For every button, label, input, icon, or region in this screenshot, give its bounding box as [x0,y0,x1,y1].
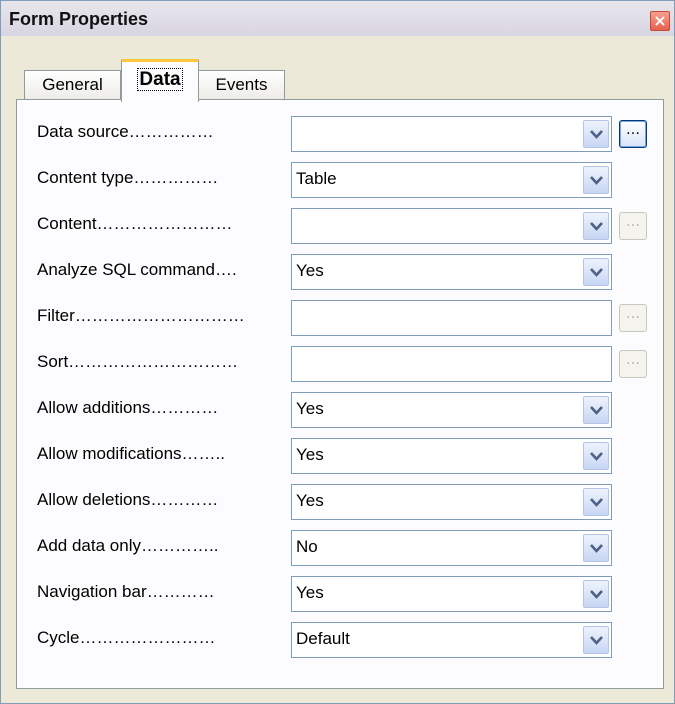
allow-additions-label: Allow additions………… [37,398,219,417]
sort-browse-button[interactable]: … [619,350,647,378]
data-source-browse-label: … [626,122,640,138]
row-data-source: Data source…………… … [17,116,663,152]
filter-browse-button[interactable]: … [619,304,647,332]
allow-deletions-value: Yes [296,491,324,510]
navigation-bar-select[interactable]: Yes [291,576,612,612]
close-icon: × [653,11,667,30]
content-browse-label: … [626,214,640,230]
row-allow-modifications: Allow modifications…….. Yes [17,438,663,474]
chevron-down-icon [590,636,603,645]
cycle-value: Default [296,629,350,648]
filter-input[interactable] [291,300,612,336]
navigation-bar-value: Yes [296,583,324,602]
allow-modifications-select[interactable]: Yes [291,438,612,474]
tab-data-label: Data [137,68,183,91]
data-source-dropdown-button[interactable] [583,120,609,148]
chevron-down-icon [590,544,603,553]
add-data-only-value: No [296,537,318,556]
form-properties-dialog: Form Properties × General Data Events Da… [0,0,675,704]
filter-browse-label: … [626,306,640,322]
cycle-select[interactable]: Default [291,622,612,658]
data-source-select[interactable] [291,116,612,152]
analyze-sql-value: Yes [296,261,324,280]
tab-data[interactable]: Data [121,59,199,102]
allow-deletions-label: Allow deletions………… [37,490,219,509]
tab-general-label: General [42,75,103,94]
chevron-down-icon [590,130,603,139]
chevron-down-icon [590,406,603,415]
allow-deletions-select[interactable]: Yes [291,484,612,520]
chevron-down-icon [590,590,603,599]
title-bar[interactable]: Form Properties × [1,1,674,36]
data-tab-panel: Data source…………… … Content type…………… Tab… [16,99,664,689]
row-cycle: Cycle…………………… Default [17,622,663,658]
data-source-browse-button[interactable]: … [619,120,647,148]
chevron-down-icon [590,176,603,185]
content-dropdown-button[interactable] [583,212,609,240]
sort-label: Sort………………………… [37,352,239,371]
analyze-sql-select[interactable]: Yes [291,254,612,290]
allow-additions-select[interactable]: Yes [291,392,612,428]
chevron-down-icon [590,452,603,461]
sort-input[interactable] [291,346,612,382]
content-browse-button[interactable]: … [619,212,647,240]
row-analyze-sql: Analyze SQL command…. Yes [17,254,663,290]
tab-general[interactable]: General [24,70,121,101]
content-type-dropdown-button[interactable] [583,166,609,194]
tab-events-label: Events [215,75,268,94]
allow-modifications-dropdown-button[interactable] [583,442,609,470]
sort-browse-label: … [626,352,640,368]
row-allow-deletions: Allow deletions………… Yes [17,484,663,520]
content-type-value: Table [296,169,337,188]
allow-modifications-label: Allow modifications…….. [37,444,226,463]
allow-additions-value: Yes [296,399,324,418]
content-type-label: Content type…………… [37,168,219,187]
allow-modifications-value: Yes [296,445,324,464]
window-title: Form Properties [9,9,149,29]
row-navigation-bar: Navigation bar………… Yes [17,576,663,612]
allow-deletions-dropdown-button[interactable] [583,488,609,516]
content-label: Content…………………… [37,214,233,233]
cycle-dropdown-button[interactable] [583,626,609,654]
navigation-bar-dropdown-button[interactable] [583,580,609,608]
cycle-label: Cycle…………………… [37,628,216,647]
data-source-label: Data source…………… [37,122,214,141]
filter-label: Filter………………………… [37,306,245,325]
chevron-down-icon [590,268,603,277]
chevron-down-icon [590,498,603,507]
row-filter: Filter………………………… … [17,300,663,336]
navigation-bar-label: Navigation bar………… [37,582,215,601]
chevron-down-icon [590,222,603,231]
tab-events[interactable]: Events [198,70,285,101]
analyze-sql-dropdown-button[interactable] [583,258,609,286]
content-type-select[interactable]: Table [291,162,612,198]
row-add-data-only: Add data only………….. No [17,530,663,566]
row-sort: Sort………………………… … [17,346,663,382]
add-data-only-dropdown-button[interactable] [583,534,609,562]
add-data-only-label: Add data only………….. [37,536,219,555]
close-button[interactable]: × [650,11,670,31]
analyze-sql-label: Analyze SQL command…. [37,260,237,279]
row-content-type: Content type…………… Table [17,162,663,198]
row-content: Content…………………… … [17,208,663,244]
row-allow-additions: Allow additions………… Yes [17,392,663,428]
add-data-only-select[interactable]: No [291,530,612,566]
allow-additions-dropdown-button[interactable] [583,396,609,424]
content-select[interactable] [291,208,612,244]
